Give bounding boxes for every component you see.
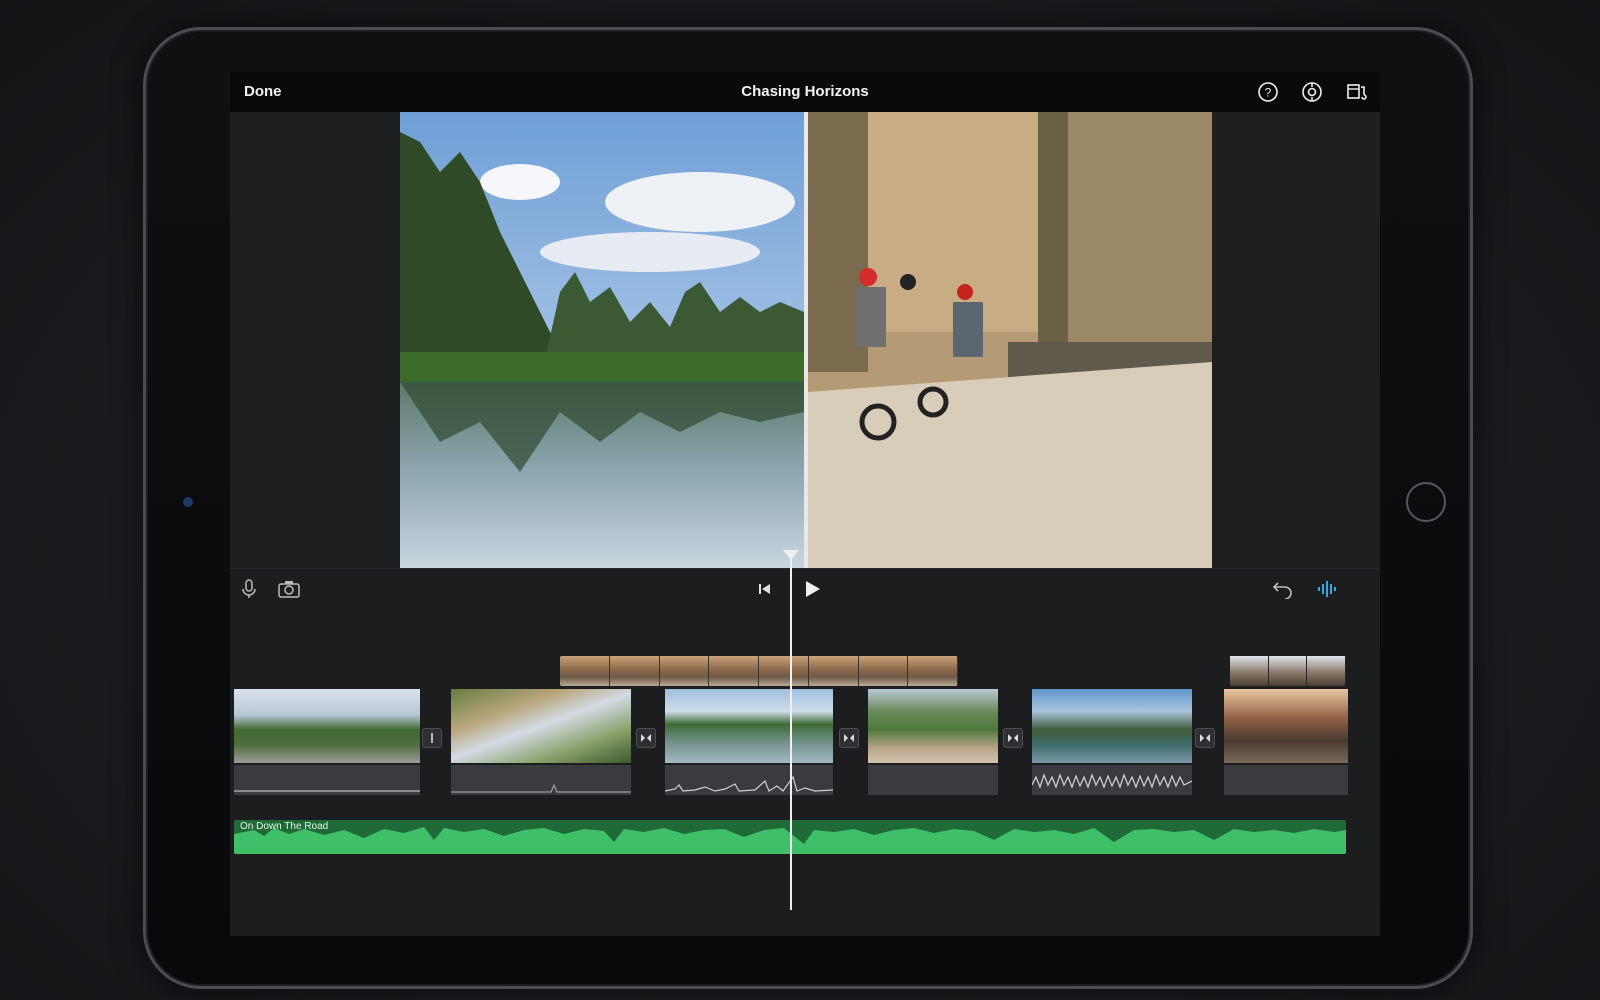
broll-thumb: [709, 656, 759, 686]
transition-button[interactable]: [1003, 728, 1023, 748]
timeline-clip[interactable]: [868, 689, 998, 795]
skip-to-start-icon[interactable]: [752, 577, 778, 601]
timeline-clip[interactable]: [1032, 689, 1192, 795]
clip-thumbnail: [1032, 689, 1192, 763]
broll-thumb: [609, 656, 660, 686]
clip-audio-waveform: [665, 765, 833, 795]
settings-icon[interactable]: [1300, 80, 1324, 104]
timeline-clip[interactable]: [665, 689, 833, 795]
broll-thumb: [1307, 656, 1346, 686]
play-icon[interactable]: [800, 577, 826, 601]
help-icon[interactable]: ?: [1256, 80, 1280, 104]
transition-button[interactable]: [839, 728, 859, 748]
clip-thumbnail: [1224, 689, 1348, 763]
undo-icon[interactable]: [1270, 577, 1296, 601]
broll-thumb: [759, 656, 809, 686]
project-settings-icon[interactable]: [1344, 80, 1368, 104]
timeline-clip[interactable]: [451, 689, 631, 795]
clip-thumbnail: [665, 689, 833, 763]
clip-thumbnail: [234, 689, 420, 763]
clip-audio-waveform: [1224, 765, 1348, 795]
clip-audio-waveform: [234, 765, 420, 795]
clip-thumbnail: [451, 689, 631, 763]
motorcycle-video-frame: [808, 112, 1212, 568]
transition-button[interactable]: [422, 728, 442, 748]
timeline-toolbar: [230, 568, 1380, 609]
landscape-video-frame: [400, 112, 804, 568]
broll-thumb: [1230, 656, 1269, 686]
imovie-screen: Done Chasing Horizons ? On Down The Road: [230, 72, 1380, 936]
broll-clip-strip-2[interactable]: [1230, 656, 1346, 686]
timeline-clip[interactable]: [234, 689, 420, 795]
playhead[interactable]: [790, 552, 792, 910]
broll-thumb: [908, 656, 958, 686]
broll-thumb: [1268, 656, 1308, 686]
broll-clip-strip[interactable]: [560, 656, 958, 686]
timeline-clip[interactable]: [1224, 689, 1348, 795]
top-bar: Done Chasing Horizons ?: [230, 72, 1380, 112]
microphone-icon[interactable]: [236, 577, 262, 601]
home-button[interactable]: [1406, 482, 1446, 522]
broll-thumb: [858, 656, 909, 686]
transition-button[interactable]: [1195, 728, 1215, 748]
broll-thumb: [659, 656, 710, 686]
top-right-icons: ?: [1256, 80, 1368, 104]
front-camera: [183, 497, 193, 507]
broll-thumb: [808, 656, 859, 686]
clip-thumbnail: [868, 689, 998, 763]
video-viewer[interactable]: [230, 112, 1380, 568]
clip-audio-waveform: [451, 765, 631, 795]
broll-thumb: [560, 656, 610, 686]
audio-waveform-icon[interactable]: [1314, 577, 1340, 601]
music-track-label: On Down The Road: [240, 821, 329, 832]
camera-icon[interactable]: [276, 577, 302, 601]
clip-audio-waveform: [868, 765, 998, 795]
svg-text:?: ?: [1265, 86, 1272, 100]
transition-button[interactable]: [636, 728, 656, 748]
project-title: Chasing Horizons: [741, 83, 869, 100]
timeline[interactable]: On Down The Road: [230, 608, 1380, 936]
clip-audio-waveform: [1032, 765, 1192, 795]
